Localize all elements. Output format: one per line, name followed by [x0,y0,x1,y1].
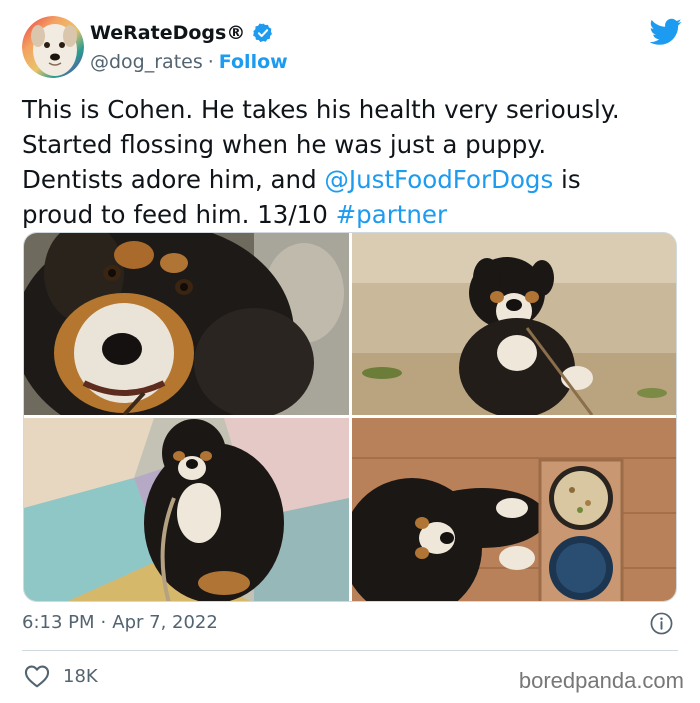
timestamp-separator: · [100,612,107,633]
mention-link[interactable]: @JustFoodForDogs [324,165,553,194]
twitter-bird-icon[interactable] [650,18,682,46]
hashtag-link[interactable]: #partner [336,200,447,229]
author-display-name[interactable]: WeRateDogs® [90,22,245,44]
heart-icon[interactable] [24,664,50,688]
verified-badge-icon [253,23,273,43]
dog-with-bowls-image [352,418,676,601]
name-row: WeRateDogs® [90,22,274,44]
tweet-time: 6:13 PM [22,612,95,633]
dog-avatar-icon [22,16,84,78]
like-action[interactable]: 18K [24,664,98,688]
tweet-text-segment: Dentists adore him, and [22,165,325,194]
dog-sitting-photo[interactable] [24,418,349,601]
puppy-on-grass-photo[interactable] [352,233,676,415]
puppy-closeup-photo[interactable] [24,233,349,415]
source-watermark: boredpanda.com [518,668,684,693]
tweet-header: WeRateDogs® @dog_rates · Follow [22,16,682,80]
tweet-date: Apr 7, 2022 [112,612,218,633]
dog-with-bowls-photo[interactable] [352,418,676,601]
tweet-text-line: Started flossing when he was just a pupp… [22,130,547,159]
like-count: 18K [63,665,98,687]
tweet-text-segment: is [553,165,581,194]
handle-row: @dog_rates · Follow [90,51,288,73]
divider [22,650,678,651]
tweet-text-line: Dentists adore him, and @JustFoodForDogs… [22,162,682,197]
dog-sitting-image [24,418,349,601]
author-handle[interactable]: @dog_rates [90,51,203,73]
puppy-closeup-image [24,233,349,415]
tweet-text-segment: proud to feed him. 13/10 [22,200,336,229]
tweet-text-line: proud to feed him. 13/10 #partner [22,197,682,232]
puppy-on-grass-image [352,233,676,415]
follow-button[interactable]: Follow [219,51,288,73]
tweet-text: This is Cohen. He takes his health very … [22,92,682,232]
tweet-text-line: This is Cohen. He takes his health very … [22,95,620,124]
info-icon[interactable] [650,612,673,635]
author-avatar[interactable] [22,16,84,78]
tweet-timestamp[interactable]: 6:13 PM · Apr 7, 2022 [22,612,218,633]
handle-separator: · [207,51,214,73]
media-grid [23,232,677,602]
